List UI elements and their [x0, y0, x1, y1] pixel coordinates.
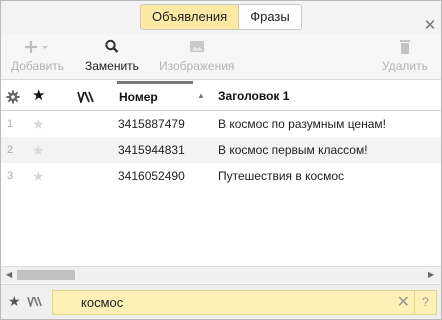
top-tab-bar: Объявления Фразы ✕	[1, 1, 441, 34]
clear-icon[interactable]: ✕	[397, 291, 410, 314]
search-icon	[85, 38, 139, 56]
replace-button[interactable]: Заменить	[85, 38, 139, 73]
help-button[interactable]: ?	[415, 290, 437, 315]
flag-icon[interactable]	[77, 81, 97, 111]
row-title: В космос первым классом!	[218, 143, 368, 157]
search-input[interactable]: космос ✕	[52, 290, 415, 315]
star-icon[interactable]: ★	[32, 163, 45, 189]
tab-switcher: Объявления Фразы	[140, 4, 302, 30]
column-title-header[interactable]: Заголовок 1	[218, 81, 398, 111]
table-header: ★ Номер ▲ Заголовок 1	[1, 81, 441, 111]
add-label: Добавить	[11, 59, 65, 73]
flag-filter-icon[interactable]	[27, 296, 43, 310]
star-icon[interactable]: ★	[32, 137, 45, 163]
replace-label: Заменить	[85, 59, 139, 73]
scroll-right-icon[interactable]: ▶	[428, 270, 434, 279]
delete-label: Удалить	[382, 59, 428, 73]
images-label: Изображения	[159, 59, 235, 73]
tab-phrases[interactable]: Фразы	[239, 5, 301, 29]
row-index: 3	[7, 170, 14, 182]
sort-asc-icon[interactable]: ▲	[197, 81, 207, 111]
scroll-left-icon[interactable]: ◀	[6, 270, 12, 279]
star-icon[interactable]: ★	[32, 81, 48, 111]
row-title: В космос по разумным ценам!	[218, 117, 386, 131]
tab-ads[interactable]: Объявления	[141, 5, 240, 29]
scrollbar-thumb[interactable]	[17, 270, 75, 280]
toolbar: Добавить Заменить Изображения Удалить	[1, 34, 441, 80]
star-icon[interactable]: ★	[32, 111, 45, 137]
ads-editor-window: Объявления Фразы ✕ Добавить Заменить Изо…	[0, 0, 442, 320]
search-bar: ★ космос ✕ ?	[1, 284, 441, 319]
table-row[interactable]: 1 ★ 3415887479 В космос по разумным цена…	[1, 111, 441, 137]
table-row[interactable]: 3 ★ 3416052490 Путешествия в космос	[1, 163, 441, 189]
row-number: 3415887479	[118, 117, 185, 131]
table-row[interactable]: 2 ★ 3415944831 В космос первым классом!	[1, 137, 441, 163]
image-icon	[159, 38, 234, 56]
star-filter-icon[interactable]: ★	[8, 293, 21, 310]
column-number-header[interactable]: Номер	[117, 81, 193, 111]
close-icon[interactable]: ✕	[423, 18, 437, 33]
row-index: 2	[7, 144, 14, 156]
row-number: 3415944831	[118, 143, 185, 157]
row-number: 3416052490	[118, 169, 185, 183]
search-value: космос	[81, 295, 124, 310]
horizontal-scrollbar[interactable]: ◀ ▶	[1, 266, 441, 283]
row-index: 1	[7, 118, 14, 130]
row-title: Путешествия в космос	[218, 169, 345, 183]
delete-button[interactable]: Удалить	[382, 38, 428, 73]
gear-icon[interactable]	[6, 81, 22, 111]
trash-icon	[382, 38, 428, 56]
add-button[interactable]: Добавить	[11, 38, 64, 73]
plus-icon	[11, 38, 64, 56]
images-button[interactable]: Изображения	[159, 38, 234, 73]
